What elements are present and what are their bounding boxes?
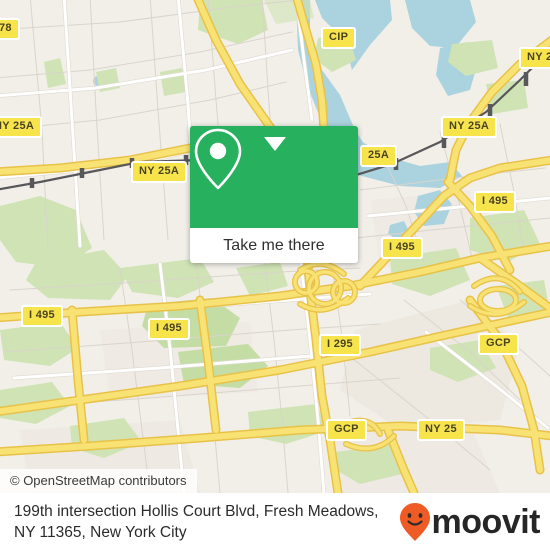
shield-gcp-east: GCP <box>478 333 519 355</box>
shield-ny25-south: NY 25 <box>417 419 465 441</box>
callout-pointer <box>264 137 286 151</box>
shield-25a: 25A <box>360 145 398 167</box>
shield-i495-southwest: I 495 <box>148 318 190 340</box>
moovit-pin-icon <box>399 502 430 541</box>
shield-i78: 78 <box>0 18 20 40</box>
shield-ny25a-east: NY 25A <box>441 116 498 138</box>
address-line-2: NY 11365, New York City <box>14 523 187 541</box>
moovit-map-page: .water{fill:#aad3df} .park{fill:#cfe3b4}… <box>0 0 550 550</box>
shield-i495-west: I 495 <box>21 305 63 327</box>
shield-i295: I 295 <box>319 334 361 356</box>
map-canvas[interactable]: .water{fill:#aad3df} .park{fill:#cfe3b4}… <box>0 0 550 493</box>
shield-cip: CIP <box>321 27 357 49</box>
shield-ny25-ne: NY 25 <box>519 47 550 69</box>
shield-i495-mid: I 495 <box>381 237 423 259</box>
address-text: 199th intersection Hollis Court Blvd, Fr… <box>0 501 399 543</box>
address-line-1: 199th intersection Hollis Court Blvd, Fr… <box>14 502 379 520</box>
shield-gcp-south: GCP <box>326 419 367 441</box>
take-me-there-label: Take me there <box>223 236 325 254</box>
footer-bar: 199th intersection Hollis Court Blvd, Fr… <box>0 493 550 550</box>
shield-i495-ne: I 495 <box>474 191 516 213</box>
moovit-wordmark: moovit <box>431 502 541 541</box>
moovit-logo[interactable]: moovit <box>399 502 550 542</box>
location-pin-icon <box>194 128 242 190</box>
shield-ny25a-center: NY 25A <box>131 161 188 183</box>
take-me-there-button[interactable]: Take me there <box>190 228 358 263</box>
osm-attribution[interactable]: © OpenStreetMap contributors <box>0 469 197 493</box>
shield-ny25a-west: NY 25A <box>0 116 43 138</box>
